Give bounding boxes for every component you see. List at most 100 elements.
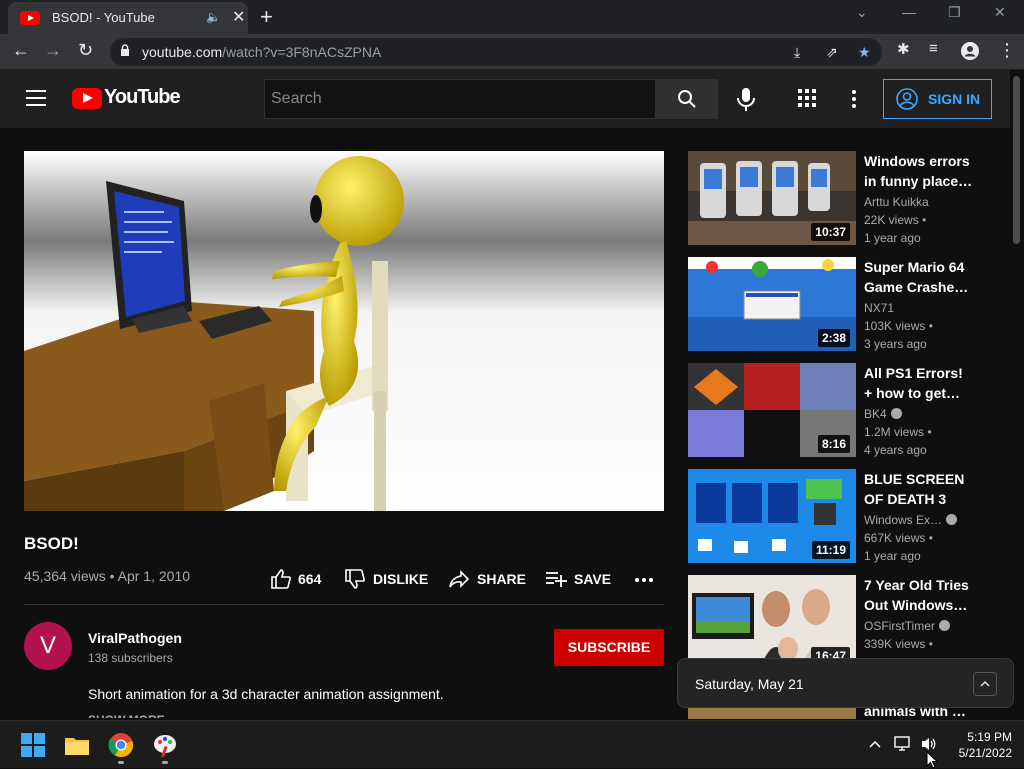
related-channel-name[interactable]: Windows Ex… xyxy=(864,513,958,527)
like-button[interactable]: 664 xyxy=(270,568,326,590)
related-upload-age: 1 year ago xyxy=(864,549,921,563)
video-thumbnail[interactable]: 8:16 xyxy=(688,363,856,457)
related-channel-name[interactable]: BK4 xyxy=(864,407,902,421)
chrome-icon[interactable] xyxy=(108,732,134,758)
sign-in-label: SIGN IN xyxy=(928,91,981,107)
related-video-title[interactable]: 7 Year Old Tries Out Windows… xyxy=(864,575,974,615)
related-channel-label: BK4 xyxy=(864,407,887,421)
video-thumbnail[interactable]: 11:19 xyxy=(688,469,856,563)
mouse-cursor-icon xyxy=(926,751,938,769)
save-button[interactable]: SAVE xyxy=(545,568,615,590)
microphone-icon[interactable] xyxy=(734,86,758,112)
file-explorer-icon[interactable] xyxy=(64,732,90,758)
scrollbar-thumb[interactable] xyxy=(1013,76,1020,244)
search-icon xyxy=(678,90,696,108)
share-page-icon[interactable]: ⇗ xyxy=(826,44,838,61)
video-thumbnail[interactable]: 16:47 xyxy=(688,575,856,669)
verified-icon xyxy=(938,620,950,631)
video-duration: 11:19 xyxy=(811,541,850,559)
video-duration: 8:16 xyxy=(817,435,850,453)
related-video[interactable]: 8:16 All PS1 Errors! + how to get… BK4 1… xyxy=(688,363,988,459)
hamburger-menu-icon[interactable] xyxy=(26,90,46,106)
related-view-count: 22K views • xyxy=(864,213,927,227)
video-title: BSOD! xyxy=(24,534,79,553)
youtube-favicon-icon xyxy=(20,11,40,25)
browser-tab[interactable]: BSOD! - YouTube 🔈 ✕ xyxy=(8,2,248,34)
search-box xyxy=(264,79,656,119)
tab-audio-icon[interactable]: 🔈 xyxy=(206,10,221,24)
video-player[interactable] xyxy=(24,151,664,511)
extensions-icon[interactable]: ✱ xyxy=(897,40,910,58)
related-view-count: 339K views • xyxy=(864,637,933,651)
related-video[interactable]: 11:19 BLUE SCREEN OF DEATH 3 Windows Ex…… xyxy=(688,469,988,565)
related-channel-name[interactable]: NX71 xyxy=(864,301,894,315)
related-video[interactable]: 16:47 7 Year Old Tries Out Windows… OSFi… xyxy=(688,575,988,671)
like-count: 664 xyxy=(298,571,322,587)
browser-toolbar: ← → ↻ youtube.com/watch?v=3F8nACsZPNA ⤓ … xyxy=(0,34,1024,70)
address-bar[interactable]: youtube.com/watch?v=3F8nACsZPNA ⤓ ⇗ ★ xyxy=(110,38,882,66)
system-clock[interactable]: 5:19 PM 5/21/2022 xyxy=(946,729,1012,761)
video-thumbnail[interactable]: 10:37 xyxy=(688,151,856,245)
minimize-button[interactable]: — xyxy=(902,4,916,20)
chrome-menu-icon[interactable]: ⋮ xyxy=(998,40,1016,61)
video-thumbnail[interactable]: 2:38 xyxy=(688,257,856,351)
windows-start-icon[interactable] xyxy=(20,732,46,758)
playlist-add-icon xyxy=(546,572,567,587)
sign-in-button[interactable]: SIGN IN xyxy=(883,79,992,119)
verified-icon xyxy=(946,514,958,525)
related-channel-name[interactable]: Arttu Kuikka xyxy=(864,195,929,209)
youtube-logo-icon[interactable] xyxy=(72,88,102,109)
more-options-icon[interactable] xyxy=(846,88,862,110)
related-video-title[interactable]: BLUE SCREEN OF DEATH 3 xyxy=(864,469,974,509)
clock-time: 5:19 PM xyxy=(967,730,1012,744)
install-icon[interactable]: ⤓ xyxy=(794,44,800,61)
related-video[interactable]: 2:38 Super Mario 64 Game Crashe… NX71 10… xyxy=(688,257,988,353)
back-arrow-icon[interactable]: ← xyxy=(12,40,30,61)
related-upload-age: 3 years ago xyxy=(864,337,927,351)
account-icon xyxy=(896,88,918,110)
url-path: /watch?v=3F8nACsZPNA xyxy=(222,44,382,60)
show-hidden-icons-chevron-icon[interactable] xyxy=(868,739,882,749)
subscriber-count: 138 subscribers xyxy=(88,651,173,665)
dislike-button[interactable]: DISLIKE xyxy=(344,568,432,590)
related-video-title[interactable]: All PS1 Errors! + how to get… xyxy=(864,363,974,403)
save-label: SAVE xyxy=(574,571,612,587)
expand-calendar-button[interactable] xyxy=(973,672,997,696)
search-button[interactable] xyxy=(656,79,718,119)
related-channel-label: Windows Ex… xyxy=(864,513,943,527)
tab-title: BSOD! - YouTube xyxy=(52,10,155,25)
channel-name[interactable]: ViralPathogen xyxy=(88,630,182,646)
share-button[interactable]: SHARE xyxy=(448,568,528,590)
restore-button[interactable]: ❐ xyxy=(948,4,961,21)
tab-close-icon[interactable]: ✕ xyxy=(232,7,245,27)
related-view-count: 103K views • xyxy=(864,319,933,333)
tab-search-icon[interactable]: ⌄ xyxy=(856,4,868,21)
related-video-title[interactable]: Super Mario 64 Game Crashe… xyxy=(864,257,974,297)
clock-date: 5/21/2022 xyxy=(958,746,1012,760)
apps-grid-icon[interactable] xyxy=(798,89,816,107)
subscribe-button[interactable]: SUBSCRIBE xyxy=(554,629,664,666)
related-video[interactable]: 10:37 Windows errors in funny place… Art… xyxy=(688,151,988,247)
more-actions-icon[interactable] xyxy=(634,576,654,584)
video-duration: 2:38 xyxy=(817,329,850,347)
share-arrow-icon xyxy=(449,570,470,588)
channel-avatar[interactable]: V xyxy=(24,622,72,670)
reload-icon[interactable]: ↻ xyxy=(78,40,93,61)
paint-app-icon[interactable] xyxy=(152,732,178,758)
forward-arrow-icon[interactable]: → xyxy=(44,40,62,61)
profile-icon[interactable] xyxy=(961,42,979,60)
related-channel-name[interactable]: OSFirstTimer xyxy=(864,619,950,633)
network-icon[interactable] xyxy=(894,735,912,753)
related-video-title[interactable]: Windows errors in funny place… xyxy=(864,151,974,191)
verified-icon xyxy=(890,408,902,419)
search-input[interactable] xyxy=(265,80,655,118)
youtube-logo-text[interactable]: YouTube xyxy=(104,86,181,109)
close-window-button[interactable]: ✕ xyxy=(994,4,1006,21)
video-thumbnail[interactable] xyxy=(688,707,856,719)
video-info: 45,364 views • Apr 1, 2010 xyxy=(24,568,191,584)
media-control-icon[interactable]: ≡ xyxy=(929,40,938,57)
new-tab-button[interactable]: + xyxy=(260,4,273,30)
bookmark-star-icon[interactable]: ★ xyxy=(858,44,871,61)
running-indicator xyxy=(162,761,168,764)
show-more-link[interactable]: SHOW MORE xyxy=(88,713,165,718)
